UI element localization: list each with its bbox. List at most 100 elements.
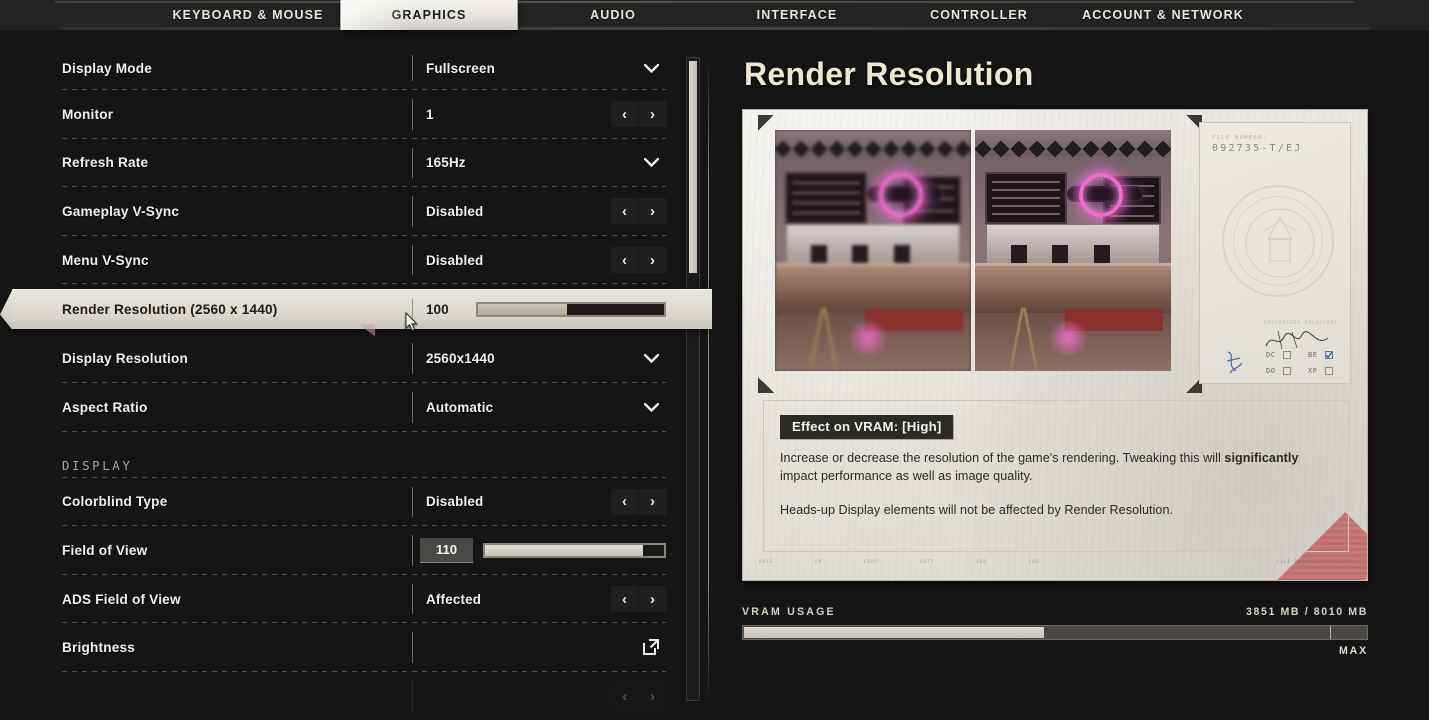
chevron-right-icon[interactable]: › bbox=[639, 247, 666, 274]
preview-panel: Render Resolution FILE NUMBER: 092735-T/… bbox=[742, 56, 1382, 666]
chevron-right-icon[interactable]: › bbox=[639, 101, 666, 128]
chevron-right-icon[interactable]: › bbox=[639, 488, 666, 515]
chevron-right-icon[interactable]: › bbox=[639, 198, 666, 225]
preview-image-low bbox=[775, 130, 971, 371]
seal-artwork bbox=[1245, 208, 1315, 278]
tab-controller[interactable]: CONTROLLER bbox=[903, 0, 1055, 30]
signature-label: AUTHORIZED SIGNATURE bbox=[1264, 321, 1339, 326]
desc-part-b: impact performance as well as image qual… bbox=[780, 468, 1033, 483]
desc-part-a: Increase or decrease the resolution of t… bbox=[780, 451, 1225, 465]
setting-row-refresh-rate[interactable]: Refresh Rate 165Hz bbox=[0, 139, 712, 188]
stepper[interactable]: ‹ › bbox=[611, 198, 666, 225]
setting-value: 165Hz bbox=[426, 155, 466, 171]
setting-row-ads-field-of-view[interactable]: ADS Field of View Affected ‹ › bbox=[0, 575, 712, 624]
corner-mark-tl bbox=[758, 115, 774, 131]
setting-control[interactable]: 165Hz bbox=[412, 139, 666, 188]
setting-row-render-resolution[interactable]: Render Resolution (2560 x 1440) 100 bbox=[0, 289, 712, 337]
setting-row-colorblind-type[interactable]: Colorblind Type Disabled ‹ › bbox=[0, 478, 712, 527]
file-number-value: 092735-T/EJ bbox=[1212, 143, 1303, 154]
tab-interface[interactable]: INTERFACE bbox=[722, 0, 872, 30]
setting-label: ADS Field of View bbox=[62, 591, 181, 607]
checkbox-row-be[interactable]: BE bbox=[1308, 351, 1334, 359]
checkbox-row-do[interactable]: DO bbox=[1266, 367, 1292, 375]
setting-control[interactable]: 110 bbox=[412, 526, 666, 575]
setting-label: Render Resolution (2560 x 1440) bbox=[62, 302, 278, 318]
stepper[interactable]: ‹ › bbox=[611, 101, 666, 128]
setting-control[interactable]: 1 ‹ › bbox=[412, 90, 666, 139]
file-stamp-card: FILE NUMBER: 092735-T/EJ AUTHORIZED SIGN… bbox=[1199, 122, 1351, 384]
setting-label: Colorblind Type bbox=[62, 494, 168, 510]
setting-label: Display Resolution bbox=[62, 351, 188, 367]
setting-control[interactable]: Affected ‹ › bbox=[412, 575, 666, 624]
setting-control[interactable]: Disabled ‹ › bbox=[412, 187, 666, 236]
setting-row-display-mode[interactable]: Display Mode Fullscreen bbox=[0, 46, 712, 90]
vram-max-tick bbox=[1329, 626, 1331, 639]
chevron-left-icon[interactable]: ‹ bbox=[611, 101, 638, 128]
setting-row-partial[interactable]: ‹ › bbox=[0, 672, 712, 720]
tab-account-network[interactable]: ACCOUNT & NETWORK bbox=[1082, 0, 1244, 30]
setting-value: Affected bbox=[426, 591, 482, 607]
setting-row-field-of-view[interactable]: Field of View 110 bbox=[0, 526, 712, 575]
checkbox-row-dc[interactable]: DC bbox=[1266, 351, 1292, 359]
chevron-left-icon[interactable]: ‹ bbox=[611, 683, 638, 709]
chevron-down-icon[interactable] bbox=[639, 56, 663, 80]
scrollbar-thumb[interactable] bbox=[689, 61, 697, 274]
setting-row-brightness[interactable]: Brightness bbox=[0, 623, 712, 672]
chevron-right-icon[interactable]: › bbox=[639, 586, 666, 613]
vram-usage-label: VRAM USAGE bbox=[742, 606, 836, 618]
chevron-left-icon[interactable]: ‹ bbox=[611, 198, 638, 225]
setting-label bbox=[62, 689, 66, 704]
setting-label: Gameplay V-Sync bbox=[62, 203, 180, 219]
signature-mark bbox=[1265, 330, 1329, 350]
external-link-icon[interactable] bbox=[641, 637, 663, 659]
settings-list[interactable]: Display Mode Fullscreen Monitor 1 ‹ › Re… bbox=[0, 46, 712, 720]
setting-row-monitor[interactable]: Monitor 1 ‹ › bbox=[0, 90, 712, 139]
checkbox-row-xp[interactable]: XP bbox=[1308, 367, 1334, 375]
setting-control[interactable]: Disabled ‹ › bbox=[412, 236, 666, 285]
preview-image-high bbox=[975, 130, 1171, 371]
chevron-down-icon[interactable] bbox=[639, 395, 663, 419]
setting-control[interactable]: ‹ › bbox=[412, 672, 666, 720]
description-paragraph-1: Increase or decrease the resolution of t… bbox=[780, 450, 1332, 485]
chevron-down-icon[interactable] bbox=[639, 151, 663, 175]
slider-fill bbox=[485, 544, 643, 556]
setting-label: Brightness bbox=[62, 640, 136, 656]
setting-label: Field of View bbox=[62, 542, 148, 558]
vram-max-label: MAX bbox=[1339, 645, 1368, 657]
setting-row-gameplay-vsync[interactable]: Gameplay V-Sync Disabled ‹ › bbox=[0, 187, 712, 236]
chevron-left-icon[interactable]: ‹ bbox=[611, 586, 638, 613]
chevron-right-icon[interactable]: › bbox=[639, 683, 666, 709]
stepper[interactable]: ‹ › bbox=[611, 488, 666, 515]
setting-control[interactable]: Fullscreen bbox=[412, 46, 666, 90]
chevron-down-icon[interactable] bbox=[639, 347, 663, 371]
setting-control[interactable]: 100 bbox=[412, 290, 698, 329]
vram-usage-section: VRAM USAGE 3851 MB / 8010 MB MAX bbox=[742, 606, 1368, 657]
setting-control[interactable] bbox=[412, 623, 666, 672]
tab-keyboard-mouse[interactable]: KEYBOARD & MOUSE bbox=[152, 0, 344, 30]
stepper[interactable]: ‹ › bbox=[611, 683, 666, 709]
field-of-view-slider[interactable] bbox=[483, 542, 666, 558]
vram-effect-badge: Effect on VRAM: [High] bbox=[780, 415, 954, 439]
setting-control[interactable]: 2560x1440 bbox=[412, 334, 666, 383]
tab-audio[interactable]: AUDIO bbox=[543, 0, 683, 30]
chevron-left-icon[interactable]: ‹ bbox=[611, 247, 638, 274]
tab-graphics[interactable]: GRAPHICS bbox=[340, 0, 518, 30]
setting-row-display-resolution[interactable]: Display Resolution 2560x1440 bbox=[0, 334, 712, 383]
render-resolution-slider[interactable] bbox=[476, 302, 666, 318]
chevron-left-icon[interactable]: ‹ bbox=[611, 488, 638, 515]
setting-value: Disabled bbox=[426, 252, 484, 268]
settings-screen: KEYBOARD & MOUSE GRAPHICS AUDIO INTERFAC… bbox=[0, 0, 1429, 720]
settings-scrollbar[interactable] bbox=[686, 57, 700, 701]
setting-control[interactable]: Automatic bbox=[412, 383, 666, 432]
setting-label: Monitor bbox=[62, 106, 114, 122]
setting-row-aspect-ratio[interactable]: Aspect Ratio Automatic bbox=[0, 383, 712, 432]
setting-label: Display Mode bbox=[62, 60, 153, 76]
slider-group[interactable]: 110 bbox=[420, 537, 666, 563]
setting-control[interactable]: Disabled ‹ › bbox=[412, 478, 666, 527]
setting-row-menu-vsync[interactable]: Menu V-Sync Disabled ‹ › bbox=[0, 236, 712, 285]
stepper[interactable]: ‹ › bbox=[611, 247, 666, 274]
description-paragraph-2: Heads-up Display elements will not be af… bbox=[780, 503, 1174, 517]
stepper[interactable]: ‹ › bbox=[611, 586, 666, 613]
setting-label: Refresh Rate bbox=[62, 155, 149, 171]
description-box: Effect on VRAM: [High] Increase or decre… bbox=[763, 400, 1349, 552]
